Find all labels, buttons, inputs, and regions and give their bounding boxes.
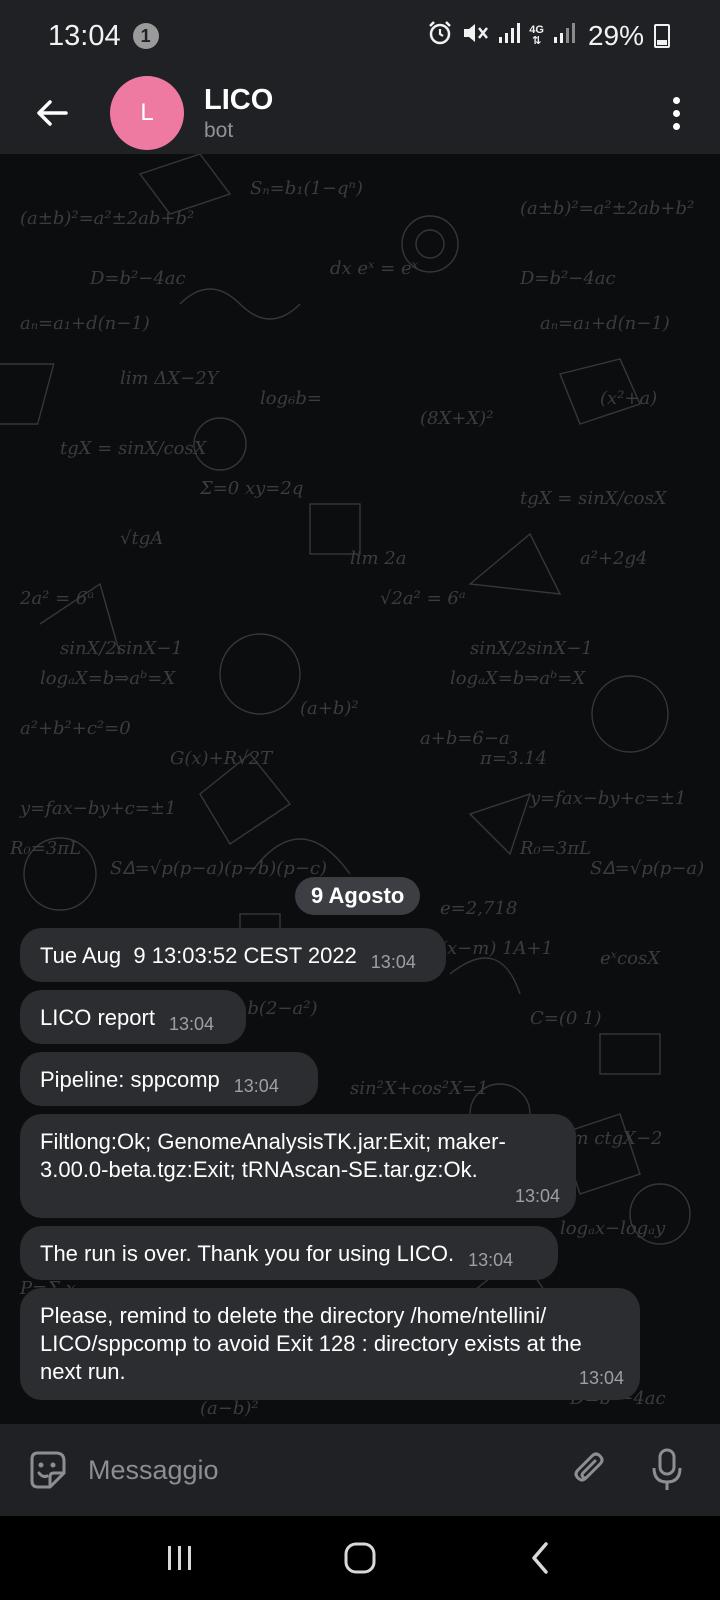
svg-text:π=3.14: π=3.14 [479, 748, 547, 769]
message-bubble[interactable]: Tue Aug 9 13:03:52 CEST 2022 13:04 [20, 928, 446, 982]
svg-text:Σ=0 xy=2q: Σ=0 xy=2q [199, 478, 303, 499]
svg-text:(x−m) 1A+1: (x−m) 1A+1 [440, 938, 553, 959]
svg-text:2a² = 6ᵃ: 2a² = 6ᵃ [19, 588, 94, 609]
svg-text:aₙ=a₁+d(n−1): aₙ=a₁+d(n−1) [540, 313, 670, 334]
home-icon [344, 1542, 376, 1574]
svg-text:R₀=3πL: R₀=3πL [9, 838, 81, 859]
more-vert-icon [673, 96, 680, 104]
svg-text:logₐX=b⇒aᵇ=X: logₐX=b⇒aᵇ=X [40, 668, 176, 689]
status-bar: 13:04 1 4G ⇅ 29% [0, 0, 720, 72]
message-text: Pipeline: sppcomp [40, 1067, 220, 1092]
svg-text:logₐX=b⇒aᵇ=X: logₐX=b⇒aᵇ=X [450, 668, 586, 689]
svg-text:lim ΔX−2Y: lim ΔX−2Y [120, 368, 221, 389]
svg-text:a+b=6−a: a+b=6−a [420, 728, 510, 749]
svg-text:C=(0 1): C=(0 1) [530, 1008, 602, 1029]
emoji-button[interactable] [26, 1449, 68, 1491]
message-text: Tue Aug 9 13:03:52 CEST 2022 [40, 943, 357, 968]
message-input[interactable]: Messaggio [88, 1455, 570, 1486]
svg-text:√2a² = 6ᵃ: √2a² = 6ᵃ [380, 588, 466, 609]
svg-text:D=b²−4ac: D=b²−4ac [519, 268, 616, 289]
svg-text:R₀=3πL: R₀=3πL [519, 838, 591, 859]
message-text: The run is over. Thank you for using LIC… [40, 1241, 455, 1266]
sticker-emoji-icon [30, 1451, 66, 1489]
svg-text:Sᐃ=√p(p−a)(p−b)(p−c): Sᐃ=√p(p−a)(p−b)(p−c) [110, 858, 327, 879]
back-arrow-icon [37, 100, 68, 126]
message-bubble[interactable]: Filtlong:Ok; GenomeAnalysisTK.jar:Exit; … [20, 1114, 576, 1218]
signal-icon-2 [552, 20, 576, 52]
chat-area[interactable]: (a±b)²=a²±2ab+b² Sₙ=b₁(1−qⁿ) (a±b)²=a²±2… [0, 154, 720, 1424]
svg-text:aₙ=a₁+d(n−1): aₙ=a₁+d(n−1) [20, 313, 150, 334]
status-time: 13:04 [48, 19, 121, 52]
svg-text:y=fax−by+c=±1: y=fax−by+c=±1 [529, 788, 686, 809]
message-time: 13:04 [168, 1014, 214, 1034]
svg-text:sin²X+cos²X=1: sin²X+cos²X=1 [350, 1078, 488, 1099]
svg-text:sinX/2sinX−1: sinX/2sinX−1 [470, 638, 593, 659]
svg-text:y=fax−by+c=±1: y=fax−by+c=±1 [19, 798, 176, 819]
message-bubble[interactable]: Pipeline: sppcomp 13:04 [20, 1052, 318, 1106]
svg-text:dx eˣ = eˣ: dx eˣ = eˣ [330, 258, 419, 279]
more-options-button[interactable] [673, 96, 680, 130]
message-input-bar: Messaggio [0, 1424, 720, 1516]
battery-percent: 29% [587, 20, 644, 51]
voice-message-button[interactable] [650, 1448, 684, 1492]
svg-text:tgX = sinX/cosX: tgX = sinX/cosX [60, 438, 208, 459]
message-time: 13:04 [578, 1368, 624, 1388]
svg-text:sinX/2sinX−1: sinX/2sinX−1 [60, 638, 183, 659]
attach-button[interactable] [570, 1450, 610, 1490]
avatar[interactable]: L [110, 76, 184, 150]
svg-text:eˣcosX: eˣcosX [600, 948, 661, 969]
svg-text:G(x)+R√2T: G(x)+R√2T [170, 748, 274, 769]
message-bubble[interactable]: LICO report 13:04 [20, 990, 246, 1044]
date-separator: 9 Agosto [295, 877, 421, 915]
system-navigation-bar [0, 1516, 720, 1600]
svg-text:(x²+a): (x²+a) [600, 388, 657, 409]
paperclip-icon [574, 1452, 604, 1482]
chevron-left-icon [532, 1542, 548, 1574]
message-time: 13:04 [514, 1186, 560, 1206]
network-type-icon: 4G ⇅ [529, 25, 544, 47]
microphone-icon [652, 1448, 682, 1490]
svg-text:Sᐃ=√p(p−a): Sᐃ=√p(p−a) [590, 858, 704, 879]
svg-text:D=b²−4ac: D=b²−4ac [89, 268, 186, 289]
recent-apps-icon [168, 1546, 191, 1570]
status-icons: 4G ⇅ 29% [427, 20, 670, 53]
system-back-button[interactable] [510, 1528, 570, 1588]
svg-text:a²+b²+c²=0: a²+b²+c²=0 [20, 718, 131, 739]
svg-text:lim 2a: lim 2a [350, 548, 407, 569]
chat-title: LICO [204, 83, 274, 116]
svg-text:e=2,718: e=2,718 [440, 898, 517, 919]
svg-text:log₆b=: log₆b= [260, 388, 322, 409]
svg-text:(a−b)²: (a−b)² [200, 1398, 259, 1419]
chat-title-block[interactable]: LICO bot [204, 84, 273, 143]
back-button[interactable] [30, 91, 74, 135]
svg-text:(a±b)²=a²±2ab+b²: (a±b)²=a²±2ab+b² [520, 198, 694, 219]
battery-icon [654, 24, 670, 48]
data-arrows-icon: ⇅ [532, 35, 542, 47]
message-time: 13:04 [370, 952, 416, 972]
svg-text:(a±b)²=a²±2ab+b²: (a±b)²=a²±2ab+b² [20, 208, 194, 229]
svg-text:Sₙ=b₁(1−qⁿ): Sₙ=b₁(1−qⁿ) [250, 178, 363, 199]
notification-count-badge: 1 [132, 23, 159, 49]
message-time: 13:04 [468, 1250, 514, 1270]
message-text: LICO report [40, 1005, 155, 1030]
chat-subtitle: bot [204, 118, 234, 142]
chat-header: L LICO bot [0, 72, 720, 154]
mute-icon [461, 20, 489, 53]
svg-text:tgX = sinX/cosX: tgX = sinX/cosX [520, 488, 668, 509]
home-button[interactable] [330, 1528, 390, 1588]
svg-text:logₐx−logₐy: logₐx−logₐy [560, 1218, 666, 1239]
svg-text:(8X+X)²: (8X+X)² [420, 408, 493, 429]
svg-text:a²+2g4: a²+2g4 [580, 548, 647, 569]
message-bubble[interactable]: The run is over. Thank you for using LIC… [20, 1226, 558, 1280]
message-time: 13:04 [233, 1076, 279, 1096]
alarm-icon [427, 20, 453, 53]
svg-text:(a+b)²: (a+b)² [300, 698, 359, 719]
message-text: Filtlong:Ok; GenomeAnalysisTK.jar:Exit; … [40, 1129, 506, 1182]
svg-text:√tgA: √tgA [120, 528, 163, 549]
message-bubble[interactable]: Please, remind to delete the directory /… [20, 1288, 640, 1400]
recent-apps-button[interactable] [150, 1528, 210, 1588]
signal-icon [497, 20, 521, 52]
